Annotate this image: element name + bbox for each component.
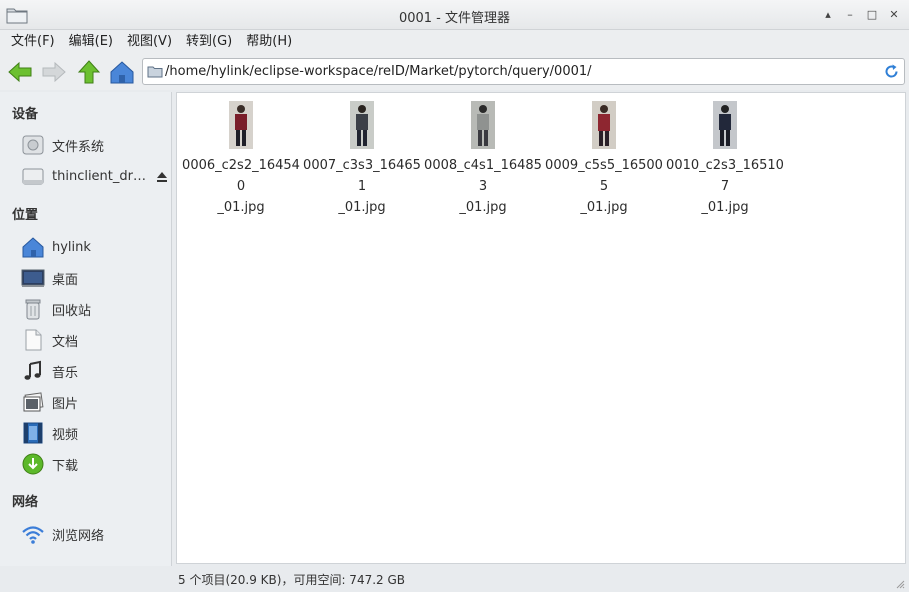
file-item[interactable]: 0007_c3s3_164651 _01.jpg [303, 101, 421, 218]
sidebar-item-browse-network[interactable]: 浏览网络 [20, 521, 170, 547]
sidebar-item-downloads[interactable]: 下载 [20, 451, 170, 477]
up-arrow-icon [77, 60, 101, 84]
sidebar-item-filesystem[interactable]: 文件系统 [20, 132, 170, 158]
pictures-icon [20, 390, 46, 414]
location-bar [142, 58, 905, 85]
file-name: 0006_c2s2_164540 _01.jpg [182, 158, 300, 215]
status-bar: 5 个项目(20.9 KB)，可用空间: 747.2 GB [0, 566, 909, 592]
file-item[interactable]: 0009_c5s5_165005 _01.jpg [545, 101, 663, 218]
forward-arrow-icon [42, 61, 66, 83]
status-text: 5 个项目(20.9 KB)，可用空间: 747.2 GB [178, 573, 406, 587]
menu-go[interactable]: 转到(G) [179, 30, 239, 54]
sidebar: 设备 文件系统 thinclient_dr… 位置 hylink 桌面 回收站 [0, 92, 172, 566]
up-icon[interactable]: ▴ [819, 5, 837, 23]
back-arrow-icon [8, 61, 32, 83]
menu-edit[interactable]: 编辑(E) [62, 30, 120, 54]
maximize-icon[interactable]: □ [863, 5, 881, 23]
sidebar-item-label: 下载 [52, 458, 79, 474]
image-thumbnail [713, 101, 737, 149]
file-view: 0006_c2s2_164540 _01.jpg 0007_c3s3_164651… [176, 92, 906, 564]
resize-grip-icon[interactable] [895, 579, 905, 589]
file-name: 0009_c5s5_165005 _01.jpg [545, 158, 663, 215]
sidebar-item-desktop[interactable]: 桌面 [20, 265, 170, 291]
reload-icon[interactable] [883, 63, 900, 80]
file-item[interactable]: 0006_c2s2_164540 _01.jpg [182, 101, 300, 218]
home-button[interactable] [108, 58, 136, 86]
file-item[interactable]: 0010_c2s3_165107 _01.jpg [666, 101, 784, 218]
forward-button[interactable] [40, 58, 68, 86]
wifi-icon [20, 522, 46, 546]
sidebar-item-label: 浏览网络 [52, 528, 105, 544]
image-thumbnail [592, 101, 616, 149]
menu-bar: 文件(F) 编辑(E) 视图(V) 转到(G) 帮助(H) [0, 30, 909, 54]
back-button[interactable] [6, 58, 34, 86]
sidebar-item-label: 回收站 [52, 303, 92, 319]
sidebar-section-devices: 设备 [12, 107, 39, 122]
trash-icon [20, 297, 46, 321]
menu-file[interactable]: 文件(F) [4, 30, 62, 54]
eject-icon[interactable] [156, 171, 168, 183]
sidebar-item-trash[interactable]: 回收站 [20, 296, 170, 322]
folder-icon [147, 66, 163, 78]
sidebar-section-network: 网络 [12, 495, 39, 510]
sidebar-item-label: hylink [52, 239, 91, 255]
close-icon[interactable]: ✕ [885, 5, 903, 23]
sidebar-item-label: 视频 [52, 427, 79, 443]
sidebar-item-documents[interactable]: 文档 [20, 327, 170, 353]
sidebar-item-label: thinclient_dr… [52, 168, 146, 184]
desktop-icon [20, 266, 46, 290]
menu-help[interactable]: 帮助(H) [239, 30, 299, 54]
file-name: 0008_c4s1_164853 _01.jpg [424, 158, 542, 215]
file-name: 0010_c2s3_165107 _01.jpg [666, 158, 784, 215]
sidebar-item-pictures[interactable]: 图片 [20, 389, 170, 415]
file-name: 0007_c3s3_164651 _01.jpg [303, 158, 421, 215]
location-input[interactable] [165, 60, 865, 83]
home-icon [110, 61, 134, 84]
sidebar-item-videos[interactable]: 视频 [20, 420, 170, 446]
menu-view[interactable]: 视图(V) [120, 30, 179, 54]
sidebar-item-thinclient[interactable]: thinclient_dr… [20, 163, 170, 189]
sidebar-item-label: 桌面 [52, 272, 79, 288]
title-bar: 0001 - 文件管理器 ▴ – □ ✕ [0, 0, 909, 30]
download-icon [20, 452, 46, 476]
sidebar-item-home[interactable]: hylink [20, 234, 170, 260]
file-item[interactable]: 0008_c4s1_164853 _01.jpg [424, 101, 542, 218]
sidebar-item-label: 图片 [52, 396, 79, 412]
window-title: 0001 - 文件管理器 [398, 11, 511, 26]
sidebar-section-places: 位置 [12, 208, 39, 223]
document-icon [20, 328, 46, 352]
image-thumbnail [229, 101, 253, 149]
up-button[interactable] [75, 58, 103, 86]
music-icon [20, 359, 46, 383]
image-thumbnail [350, 101, 374, 149]
drive-icon [20, 164, 46, 188]
sidebar-item-label: 音乐 [52, 365, 79, 381]
minimize-icon[interactable]: – [841, 5, 859, 23]
home-icon [20, 235, 46, 259]
video-icon [20, 421, 46, 445]
sidebar-item-label: 文档 [52, 334, 79, 350]
harddisk-icon [20, 133, 46, 157]
image-thumbnail [471, 101, 495, 149]
sidebar-item-music[interactable]: 音乐 [20, 358, 170, 384]
sidebar-item-label: 文件系统 [52, 139, 105, 155]
